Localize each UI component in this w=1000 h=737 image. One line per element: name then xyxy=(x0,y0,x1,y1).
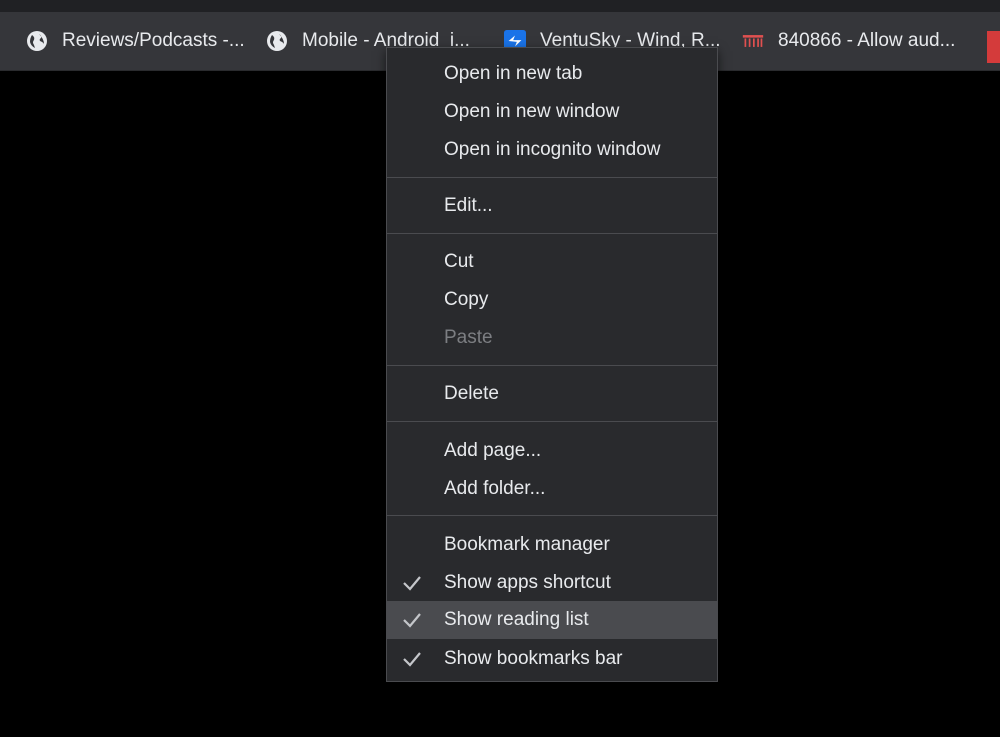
menu-item-label: Edit... xyxy=(444,195,493,216)
menu-item-label: Paste xyxy=(444,327,493,348)
bookmark-context-menu: Open in new tab Open in new window Open … xyxy=(386,47,718,682)
menu-edit[interactable]: Edit... xyxy=(387,187,717,225)
menu-item-label: Bookmark manager xyxy=(444,534,610,555)
menu-delete[interactable]: Delete xyxy=(387,375,717,413)
menu-item-label: Show bookmarks bar xyxy=(444,648,623,669)
bookmark-overflow-partial[interactable] xyxy=(987,31,1000,63)
menu-show-apps-shortcut[interactable]: Show apps shortcut xyxy=(387,564,717,602)
menu-open-in-new-tab[interactable]: Open in new tab xyxy=(387,55,717,93)
bookmark-label: Reviews/Podcasts -... xyxy=(62,30,245,51)
menu-separator xyxy=(387,365,717,366)
menu-open-in-new-window[interactable]: Open in new window xyxy=(387,93,717,131)
menu-separator xyxy=(387,515,717,516)
bookmark-reviews-podcasts[interactable]: Reviews/Podcasts -... xyxy=(26,12,246,70)
menu-item-label: Open in new window xyxy=(444,101,620,122)
checkmark-icon xyxy=(402,573,422,593)
menu-show-reading-list[interactable]: Show reading list xyxy=(387,601,717,639)
globe-icon xyxy=(266,30,288,52)
checkmark-icon xyxy=(402,610,422,630)
globe-icon xyxy=(26,30,48,52)
menu-copy[interactable]: Copy xyxy=(387,281,717,319)
menu-separator xyxy=(387,421,717,422)
menu-add-page[interactable]: Add page... xyxy=(387,432,717,470)
bookmark-label: 840866 - Allow aud... xyxy=(778,30,956,51)
menu-cut[interactable]: Cut xyxy=(387,243,717,281)
window-top-strip xyxy=(0,0,1000,12)
menu-bookmark-manager[interactable]: Bookmark manager xyxy=(387,526,717,564)
menu-item-label: Cut xyxy=(444,251,474,272)
menu-item-label: Show reading list xyxy=(444,609,589,630)
menu-paste: Paste xyxy=(387,319,717,357)
menu-item-label: Copy xyxy=(444,289,489,310)
chromium-bug-icon xyxy=(742,30,764,52)
menu-item-label: Add folder... xyxy=(444,478,546,499)
menu-item-label: Open in incognito window xyxy=(444,139,661,160)
menu-item-label: Delete xyxy=(444,383,499,404)
menu-separator xyxy=(387,177,717,178)
menu-item-label: Open in new tab xyxy=(444,63,583,84)
menu-item-label: Add page... xyxy=(444,440,542,461)
checkmark-icon xyxy=(402,649,422,669)
menu-separator xyxy=(387,233,717,234)
bookmark-840866[interactable]: 840866 - Allow aud... xyxy=(742,12,967,70)
menu-item-label: Show apps shortcut xyxy=(444,572,611,593)
menu-add-folder[interactable]: Add folder... xyxy=(387,470,717,508)
menu-show-bookmarks-bar[interactable]: Show bookmarks bar xyxy=(387,640,717,678)
menu-open-in-incognito[interactable]: Open in incognito window xyxy=(387,131,717,169)
